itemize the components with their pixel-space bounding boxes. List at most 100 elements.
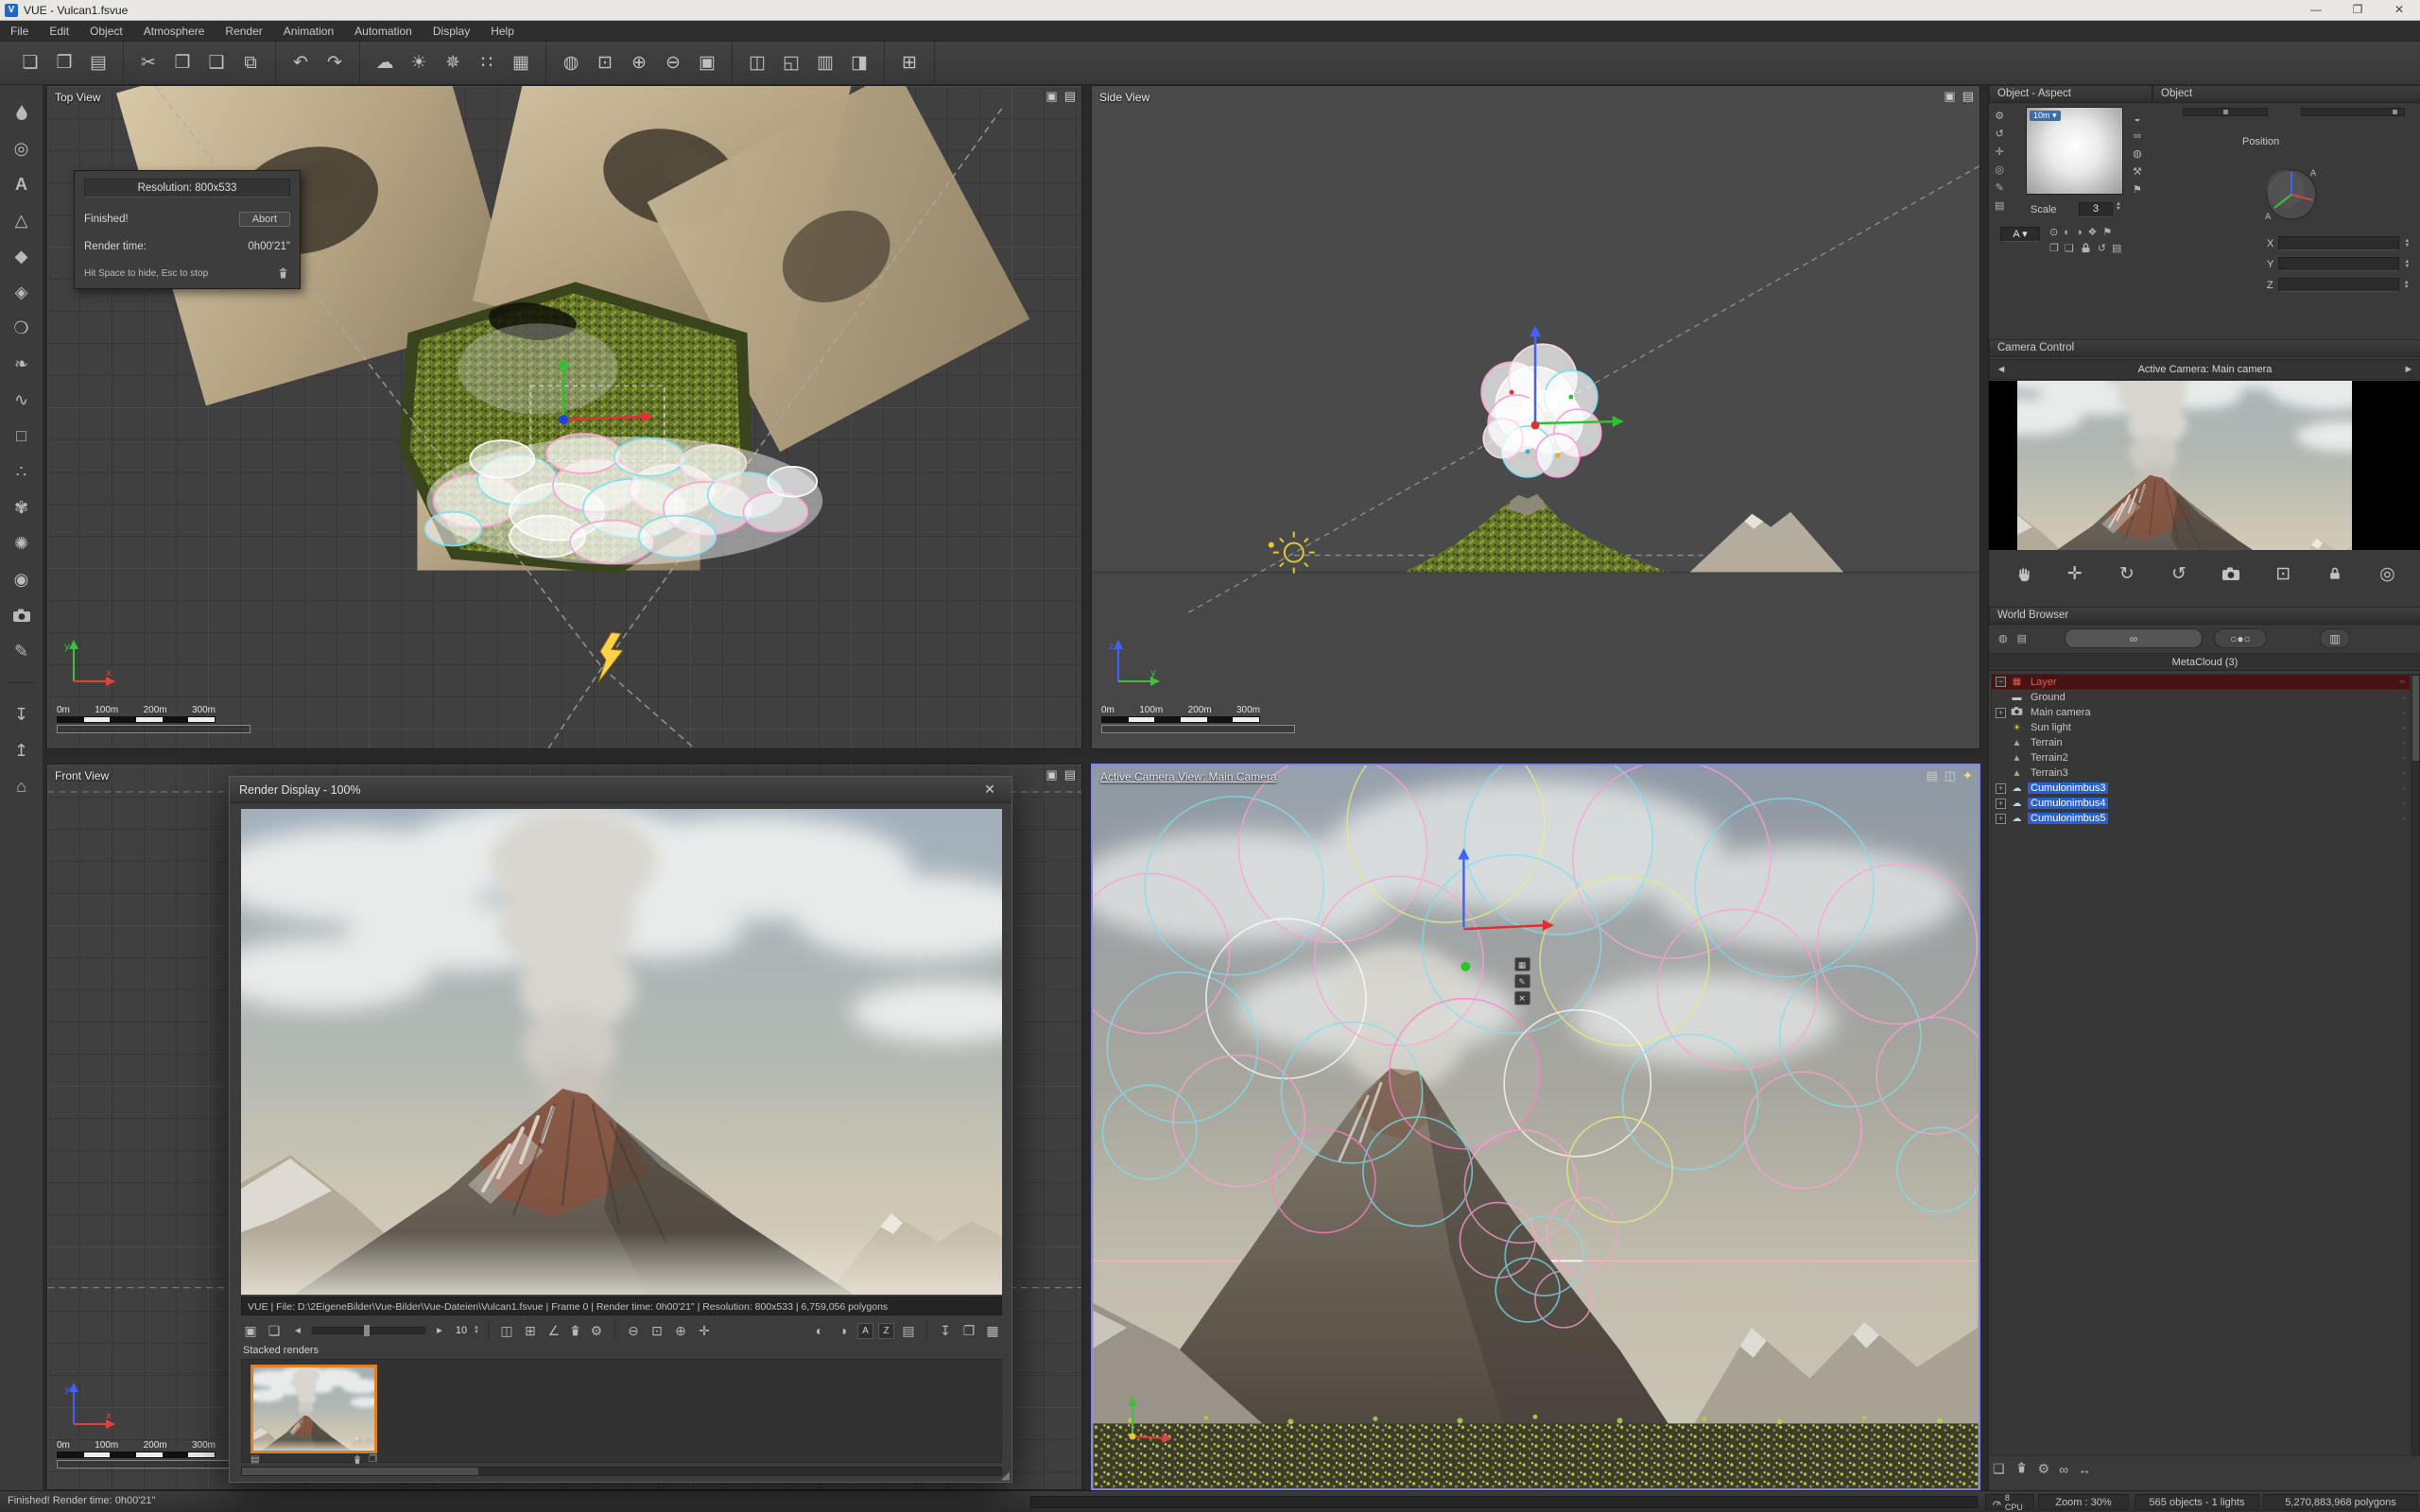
ecosystem-icon[interactable]: ✾: [5, 490, 39, 525]
light-icon[interactable]: ✺: [5, 525, 39, 561]
reset-icon[interactable]: ↺: [2098, 242, 2106, 254]
zoom-out-icon[interactable]: ⊖: [658, 48, 688, 78]
workspace-layout-icon[interactable]: ⊞: [894, 48, 925, 78]
cone-icon[interactable]: △: [5, 202, 39, 238]
paint-icon[interactable]: ✎: [5, 633, 39, 669]
crop-render-icon[interactable]: ⊞: [521, 1321, 540, 1340]
render-options-icon[interactable]: ◨: [844, 48, 874, 78]
value-scrubber-2[interactable]: [2301, 108, 2405, 116]
fit-view-icon[interactable]: ▣: [692, 48, 722, 78]
redo-icon[interactable]: ↷: [320, 48, 350, 78]
layer-options-icon[interactable]: ▫▫: [2399, 678, 2405, 686]
planet-icon[interactable]: ◉: [5, 561, 39, 597]
tree-item-cumulonimbus4[interactable]: + ☁ Cumulonimbus4 ▫: [1992, 796, 2410, 811]
sunlight-editor-icon[interactable]: ☀: [404, 48, 434, 78]
spray-paint-icon[interactable]: ✵: [438, 48, 468, 78]
zoom-indicator[interactable]: Zoom : 30%: [2038, 1494, 2129, 1510]
display-mode-icon[interactable]: ▣: [241, 1321, 260, 1340]
copy-aspect-icon[interactable]: ❐: [2049, 242, 2059, 254]
library-icon[interactable]: ⌂: [5, 768, 39, 804]
abort-button[interactable]: Abort: [239, 212, 290, 227]
multipass-icon[interactable]: ▤: [899, 1321, 918, 1340]
duplicate-icon[interactable]: ⧉: [235, 48, 266, 78]
expand-icon[interactable]: +: [1996, 783, 2006, 794]
expand-icon[interactable]: +: [1996, 814, 2006, 824]
render-display-icon[interactable]: ▥: [810, 48, 840, 78]
render-thumbnail[interactable]: [251, 1365, 377, 1453]
active-camera-viewport[interactable]: Active Camera View: Main Camera ▤ ◫ ✦: [1091, 764, 1980, 1490]
group-icon[interactable]: ∴: [5, 454, 39, 490]
print-render-icon[interactable]: ▦: [983, 1321, 1002, 1340]
thumbnail-copy-icon[interactable]: ❐: [369, 1454, 377, 1466]
more-options-icon[interactable]: ▤: [2112, 242, 2121, 254]
scrollbar-thumb[interactable]: [242, 1468, 478, 1475]
expand-icon[interactable]: +: [1996, 799, 2006, 809]
target-icon[interactable]: ◎: [1995, 163, 2004, 176]
autofocus-icon[interactable]: ◎: [2367, 558, 2407, 589]
render-display-titlebar[interactable]: Render Display - 100% ✕: [230, 777, 1011, 803]
tree-item-terrain[interactable]: ▲ Terrain ▫: [1992, 735, 2410, 750]
pan-icon[interactable]: ✛: [695, 1321, 714, 1340]
water-plane-icon[interactable]: [5, 94, 39, 130]
camera-preview[interactable]: [1989, 381, 2420, 550]
maximize-view-icon[interactable]: ▣: [1944, 89, 1955, 104]
expand-panel-icon[interactable]: ↔: [2078, 1461, 2091, 1477]
zoom-in-icon[interactable]: ⊕: [671, 1321, 690, 1340]
settings-icon[interactable]: ⚙: [2038, 1461, 2050, 1477]
tree-item-sun-light[interactable]: ☀ Sun light ▫: [1992, 720, 2410, 735]
value-scrubber-1[interactable]: [2183, 108, 2268, 116]
render-area-icon[interactable]: ◱: [776, 48, 806, 78]
row-lock-icon[interactable]: ▫: [2402, 709, 2405, 717]
exposure-icon[interactable]: ◑: [834, 1321, 853, 1340]
compare-slider[interactable]: [312, 1327, 425, 1334]
roll-camera-icon[interactable]: ↺: [2159, 558, 2199, 589]
paste-icon[interactable]: ❑: [201, 48, 232, 78]
track-camera-icon[interactable]: ✛: [2055, 558, 2095, 589]
collapse-icon[interactable]: −: [1996, 677, 2006, 687]
tree-item-cumulonimbus5[interactable]: + ☁ Cumulonimbus5 ▫: [1992, 811, 2410, 826]
row-lock-icon[interactable]: ▫: [2402, 784, 2405, 793]
row-lock-icon[interactable]: ▫: [2402, 799, 2405, 808]
tools-icon[interactable]: ⚒: [2133, 165, 2142, 178]
row-lock-icon[interactable]: ▫: [2402, 724, 2405, 732]
tag-icon[interactable]: ⚑: [2133, 183, 2142, 196]
row-lock-icon[interactable]: ▫: [2402, 815, 2405, 823]
menu-file[interactable]: File: [0, 21, 39, 42]
row-lock-icon[interactable]: ▫: [2402, 739, 2405, 747]
rerender-icon[interactable]: ◫: [497, 1321, 516, 1340]
shade-icon[interactable]: ◒: [2135, 113, 2141, 125]
sphere-icon[interactable]: ◎: [5, 130, 39, 166]
camera-icon[interactable]: [5, 597, 39, 633]
menu-display[interactable]: Display: [423, 21, 480, 42]
menu-atmosphere[interactable]: Atmosphere: [133, 21, 216, 42]
orientation-trackball[interactable]: A A: [2261, 164, 2322, 225]
cut-icon[interactable]: ✂: [133, 48, 164, 78]
render-view-icon[interactable]: ◫: [1945, 768, 1956, 783]
plant-icon[interactable]: ❧: [5, 346, 39, 382]
menu-edit[interactable]: Edit: [39, 21, 79, 42]
maximize-view-icon[interactable]: ▣: [1046, 767, 1057, 782]
menu-animation[interactable]: Animation: [273, 21, 344, 42]
side-view-viewport[interactable]: Side View ▣ ▤: [1091, 85, 1980, 749]
render-settings-icon[interactable]: ⚙: [587, 1321, 606, 1340]
depth-channel-icon[interactable]: Z: [878, 1323, 894, 1339]
orbit-camera-icon[interactable]: ↻: [2107, 558, 2147, 589]
import-object-icon[interactable]: ↧: [5, 696, 39, 732]
tree-item-cumulonimbus3[interactable]: + ☁ Cumulonimbus3 ▫: [1992, 781, 2410, 796]
layer-header-row[interactable]: − ▦ Layer ▫▫: [1992, 675, 2410, 690]
prev-camera-icon[interactable]: ◄: [1990, 364, 2013, 375]
lock-camera-icon[interactable]: [2315, 558, 2355, 589]
delete-render-icon[interactable]: [568, 1324, 582, 1338]
tree-item-main-camera[interactable]: + Main camera ▫: [1992, 705, 2410, 720]
trash-icon[interactable]: [276, 266, 290, 281]
position-z-field[interactable]: [2278, 278, 2399, 292]
library-tab-icon[interactable]: ▤: [2017, 632, 2027, 644]
move-icon[interactable]: ✛: [1996, 146, 2004, 158]
thumbnail-save-icon[interactable]: ▤: [251, 1454, 259, 1466]
cast-shadows-icon[interactable]: ◐: [2064, 226, 2070, 238]
rotate-icon[interactable]: ↺: [1996, 128, 2004, 140]
scale-stepper[interactable]: ▲▼: [2116, 202, 2121, 212]
prev-render-icon[interactable]: ◄: [288, 1321, 307, 1340]
thumbnails-scrollbar[interactable]: [241, 1467, 1002, 1476]
minimize-button[interactable]: —: [2295, 0, 2337, 20]
